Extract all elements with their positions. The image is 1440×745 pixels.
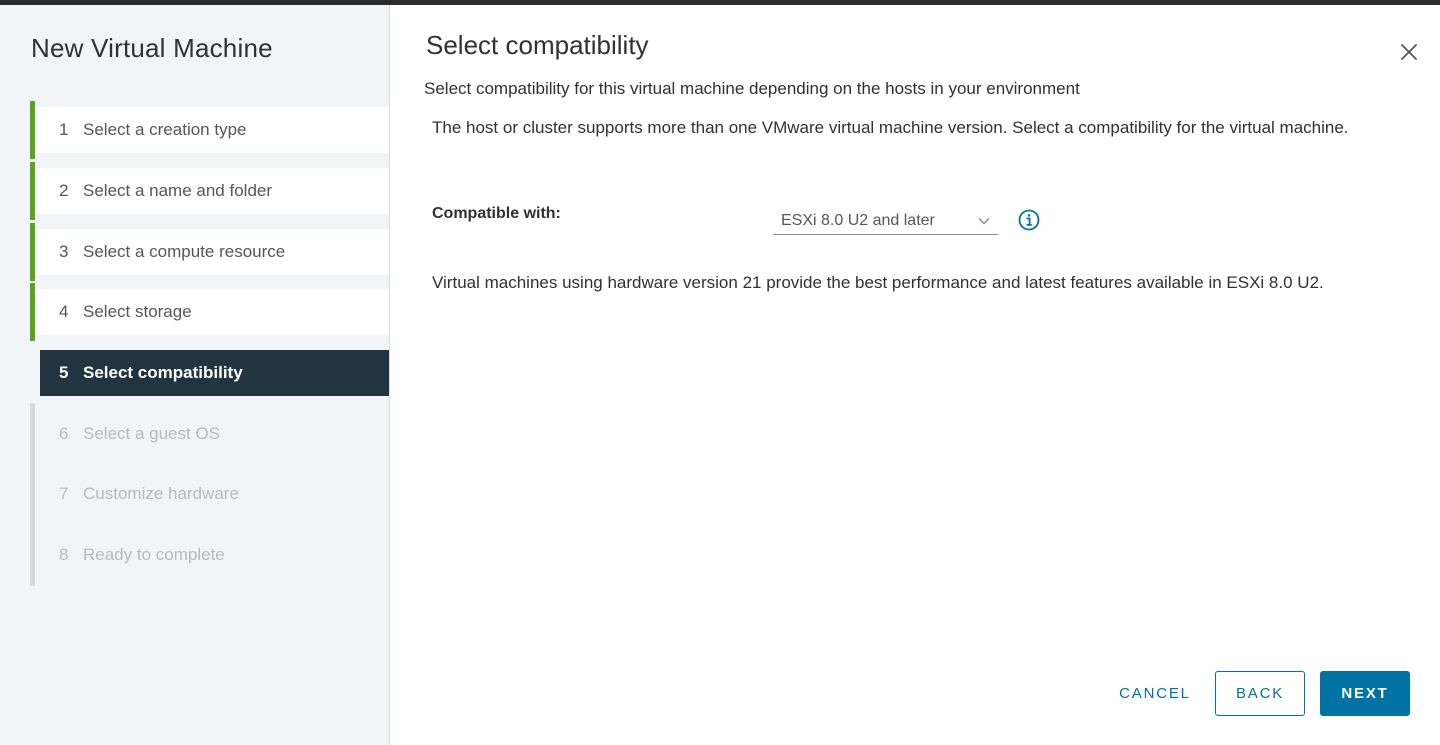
- step-number: 4: [59, 302, 69, 321]
- compatibility-description: The host or cluster supports more than o…: [432, 118, 1349, 137]
- chevron-down-icon: [978, 213, 990, 225]
- step-label: Select a name and folder: [83, 181, 273, 200]
- step-label: Customize hardware: [83, 484, 239, 503]
- compatibility-select-value: ESXi 8.0 U2 and later: [781, 212, 935, 229]
- cancel-button[interactable]: CANCEL: [1108, 671, 1202, 716]
- step-storage[interactable]: 4 Select storage: [30, 283, 389, 341]
- step-number: 6: [59, 424, 69, 443]
- wizard-content: Select compatibility Select compatibilit…: [390, 5, 1440, 745]
- step-compute-resource[interactable]: 3 Select a compute resource: [30, 223, 389, 281]
- step-label: Select storage: [83, 302, 192, 321]
- performance-note: Virtual machines using hardware version …: [432, 273, 1324, 292]
- step-number: 5: [59, 363, 69, 382]
- step-label: Select a creation type: [83, 120, 247, 139]
- step-number: 2: [59, 181, 69, 200]
- step-guest-os: 6 Select a guest OS: [30, 403, 389, 465]
- step-compatibility[interactable]: 5 Select compatibility: [40, 350, 389, 396]
- step-label: Select a compute resource: [83, 242, 286, 261]
- wizard-title: New Virtual Machine: [31, 33, 273, 63]
- step-number: 3: [59, 242, 69, 261]
- step-label: Select compatibility: [83, 363, 243, 382]
- step-number: 7: [59, 484, 69, 503]
- wizard-sidebar: New Virtual Machine 1 Select a creation …: [0, 5, 390, 745]
- page-title: Select compatibility: [426, 30, 649, 60]
- compatibility-select[interactable]: ESXi 8.0 U2 and later: [773, 203, 998, 235]
- step-creation-type[interactable]: 1 Select a creation type: [30, 101, 389, 159]
- step-label: Select a guest OS: [83, 424, 221, 443]
- close-icon[interactable]: [1398, 41, 1420, 63]
- back-button[interactable]: BACK: [1215, 671, 1305, 716]
- info-icon[interactable]: [1018, 209, 1040, 231]
- step-customize-hardware: 7 Customize hardware: [30, 463, 389, 525]
- step-ready-to-complete: 8 Ready to complete: [30, 524, 389, 586]
- new-vm-dialog: New Virtual Machine 1 Select a creation …: [0, 5, 1440, 745]
- step-name-folder[interactable]: 2 Select a name and folder: [30, 162, 389, 220]
- step-number: 1: [59, 120, 69, 139]
- page-subtitle: Select compatibility for this virtual ma…: [424, 79, 1080, 98]
- compatible-with-label: Compatible with:: [432, 205, 561, 222]
- step-number: 8: [59, 545, 69, 564]
- step-label: Ready to complete: [83, 545, 225, 564]
- next-button[interactable]: NEXT: [1320, 671, 1410, 716]
